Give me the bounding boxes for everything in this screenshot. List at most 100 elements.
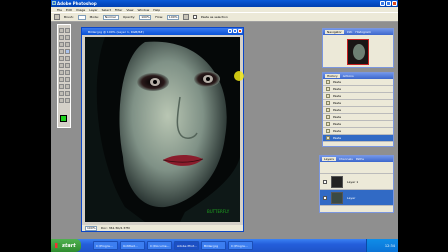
healing-brush-tool-icon[interactable]: [59, 49, 64, 54]
minimize-button[interactable]: [380, 1, 385, 6]
history-item[interactable]: Paste: [323, 93, 393, 100]
history-item[interactable]: Paste: [323, 128, 393, 135]
history-item[interactable]: Paste: [323, 114, 393, 121]
tab-layers[interactable]: Layers: [322, 157, 336, 161]
menu-filter[interactable]: Filter: [115, 8, 122, 12]
history-item[interactable]: Paste: [323, 100, 393, 107]
mode-select[interactable]: Normal: [102, 14, 119, 20]
navigator-thumbnail[interactable]: [347, 39, 369, 65]
history-item[interactable]: Paste: [323, 107, 393, 114]
windows-logo-icon: [55, 243, 60, 248]
close-button[interactable]: [392, 1, 397, 6]
layer-row-selected[interactable]: Layer: [320, 190, 393, 206]
desktop-screen: Adobe Photoshop File Edit Image Layer Se…: [51, 0, 398, 252]
menu-layer[interactable]: Layer: [89, 8, 97, 12]
document-title-bar[interactable]: Bilder.jpg @ 100% (Layer 1, RGB/8#): [82, 28, 243, 35]
notes-tool-icon[interactable]: [59, 91, 64, 96]
tab-history[interactable]: History: [325, 74, 340, 78]
tab-histogram[interactable]: Histogram: [355, 30, 371, 34]
navigator-panel: Navigator Info Histogram: [322, 28, 394, 68]
eye-icon[interactable]: [323, 179, 327, 184]
type-tool-icon[interactable]: [65, 77, 70, 82]
clone-stamp-tool-icon[interactable]: [59, 56, 64, 61]
taskbar-item[interactable]: Bilder.jpg: [201, 241, 226, 250]
doc-close-button[interactable]: [238, 29, 242, 33]
opacity-input[interactable]: 100%: [139, 14, 152, 20]
history-item[interactable]: Paste: [323, 121, 393, 128]
paste-icon: [326, 87, 330, 91]
eraser-tool-icon[interactable]: [59, 63, 64, 68]
menu-file[interactable]: File: [57, 8, 62, 12]
menu-view[interactable]: View: [126, 8, 133, 12]
layer-thumbnail: [331, 175, 343, 188]
shape-tool-icon[interactable]: [65, 84, 70, 89]
options-bar: Brush: Mode: Normal Opacity: 100% Flow: …: [51, 12, 398, 22]
marquee-tool-icon[interactable]: [59, 28, 64, 33]
lasso-tool-icon[interactable]: [59, 35, 64, 40]
move-tool-icon[interactable]: [65, 28, 70, 33]
layer-row[interactable]: Layer 1: [320, 174, 393, 190]
menu-edit[interactable]: Edit: [66, 8, 72, 12]
tab-actions[interactable]: Actions: [343, 74, 354, 78]
history-item-selected[interactable]: Paste: [323, 135, 393, 142]
taskbar-item[interactable]: C:\Progra...: [228, 241, 253, 250]
opacity-label: Opacity:: [122, 15, 136, 19]
paste-icon: [326, 115, 330, 119]
menu-window[interactable]: Window: [137, 8, 149, 12]
paste-icon: [326, 80, 330, 84]
brush-tool-icon[interactable]: [65, 49, 70, 54]
tab-channels[interactable]: Channels: [339, 157, 353, 161]
tool-preset-icon[interactable]: [54, 14, 60, 20]
history-brush-tool-icon[interactable]: [65, 56, 70, 61]
start-label: start: [62, 242, 76, 249]
paste-checkbox[interactable]: [192, 15, 197, 19]
clock[interactable]: 12:34: [385, 244, 395, 248]
tab-info[interactable]: Info: [347, 30, 353, 34]
doc-maximize-button[interactable]: [233, 29, 237, 33]
menu-select[interactable]: Select: [102, 8, 111, 12]
slice-tool-icon[interactable]: [65, 42, 70, 47]
photoshop-logo-icon: [52, 1, 56, 5]
tab-navigator[interactable]: Navigator: [325, 30, 344, 34]
eyedropper-tool-icon[interactable]: [65, 91, 70, 96]
gradient-tool-icon[interactable]: [65, 63, 70, 68]
paste-icon: [326, 136, 330, 140]
history-panel: History Actions Paste Paste Paste Paste …: [322, 72, 394, 147]
brush-picker[interactable]: [77, 14, 86, 20]
document-title: Bilder.jpg @ 100% (Layer 1, RGB/8#): [88, 29, 144, 34]
hand-tool-icon[interactable]: [59, 98, 64, 103]
taskbar-item[interactable]: C:\Progra...: [93, 241, 118, 250]
flow-input[interactable]: 100%: [166, 14, 179, 20]
taskbar-item[interactable]: C:\Docume...: [147, 241, 172, 250]
airbrush-icon[interactable]: [182, 14, 189, 20]
zoom-field[interactable]: 100%: [85, 225, 97, 231]
start-button[interactable]: start: [51, 239, 81, 252]
crop-tool-icon[interactable]: [59, 42, 64, 47]
magic-wand-tool-icon[interactable]: [65, 35, 70, 40]
taskbar-item-active[interactable]: Adobe Phot...: [174, 241, 199, 250]
history-item[interactable]: Paste: [323, 79, 393, 86]
doc-minimize-button[interactable]: [228, 29, 232, 33]
layers-panel: Layers Channels Paths Layer 1 Layer: [319, 155, 394, 213]
zoom-tool-icon[interactable]: [65, 98, 70, 103]
pen-tool-icon[interactable]: [59, 84, 64, 89]
mode-label: Mode:: [89, 15, 99, 19]
flow-label: Flow:: [155, 15, 163, 19]
layer-thumbnail: [331, 191, 343, 204]
history-item[interactable]: Paste: [323, 86, 393, 93]
toolbox: [57, 24, 71, 128]
menu-help[interactable]: Help: [153, 8, 160, 12]
dodge-tool-icon[interactable]: [65, 70, 70, 75]
eye-icon[interactable]: [323, 195, 327, 200]
menu-image[interactable]: Image: [76, 8, 85, 12]
foreground-color-swatch[interactable]: [60, 115, 67, 122]
app-title-bar[interactable]: Adobe Photoshop: [51, 0, 398, 7]
image-canvas[interactable]: BUTTERFLY: [85, 37, 240, 222]
tab-paths[interactable]: Paths: [356, 157, 364, 161]
taskbar-item[interactable]: Untitled...: [120, 241, 145, 250]
paste-icon: [326, 94, 330, 98]
blur-tool-icon[interactable]: [59, 70, 64, 75]
paste-icon: [326, 122, 330, 126]
path-selection-tool-icon[interactable]: [59, 77, 64, 82]
maximize-button[interactable]: [386, 1, 391, 6]
